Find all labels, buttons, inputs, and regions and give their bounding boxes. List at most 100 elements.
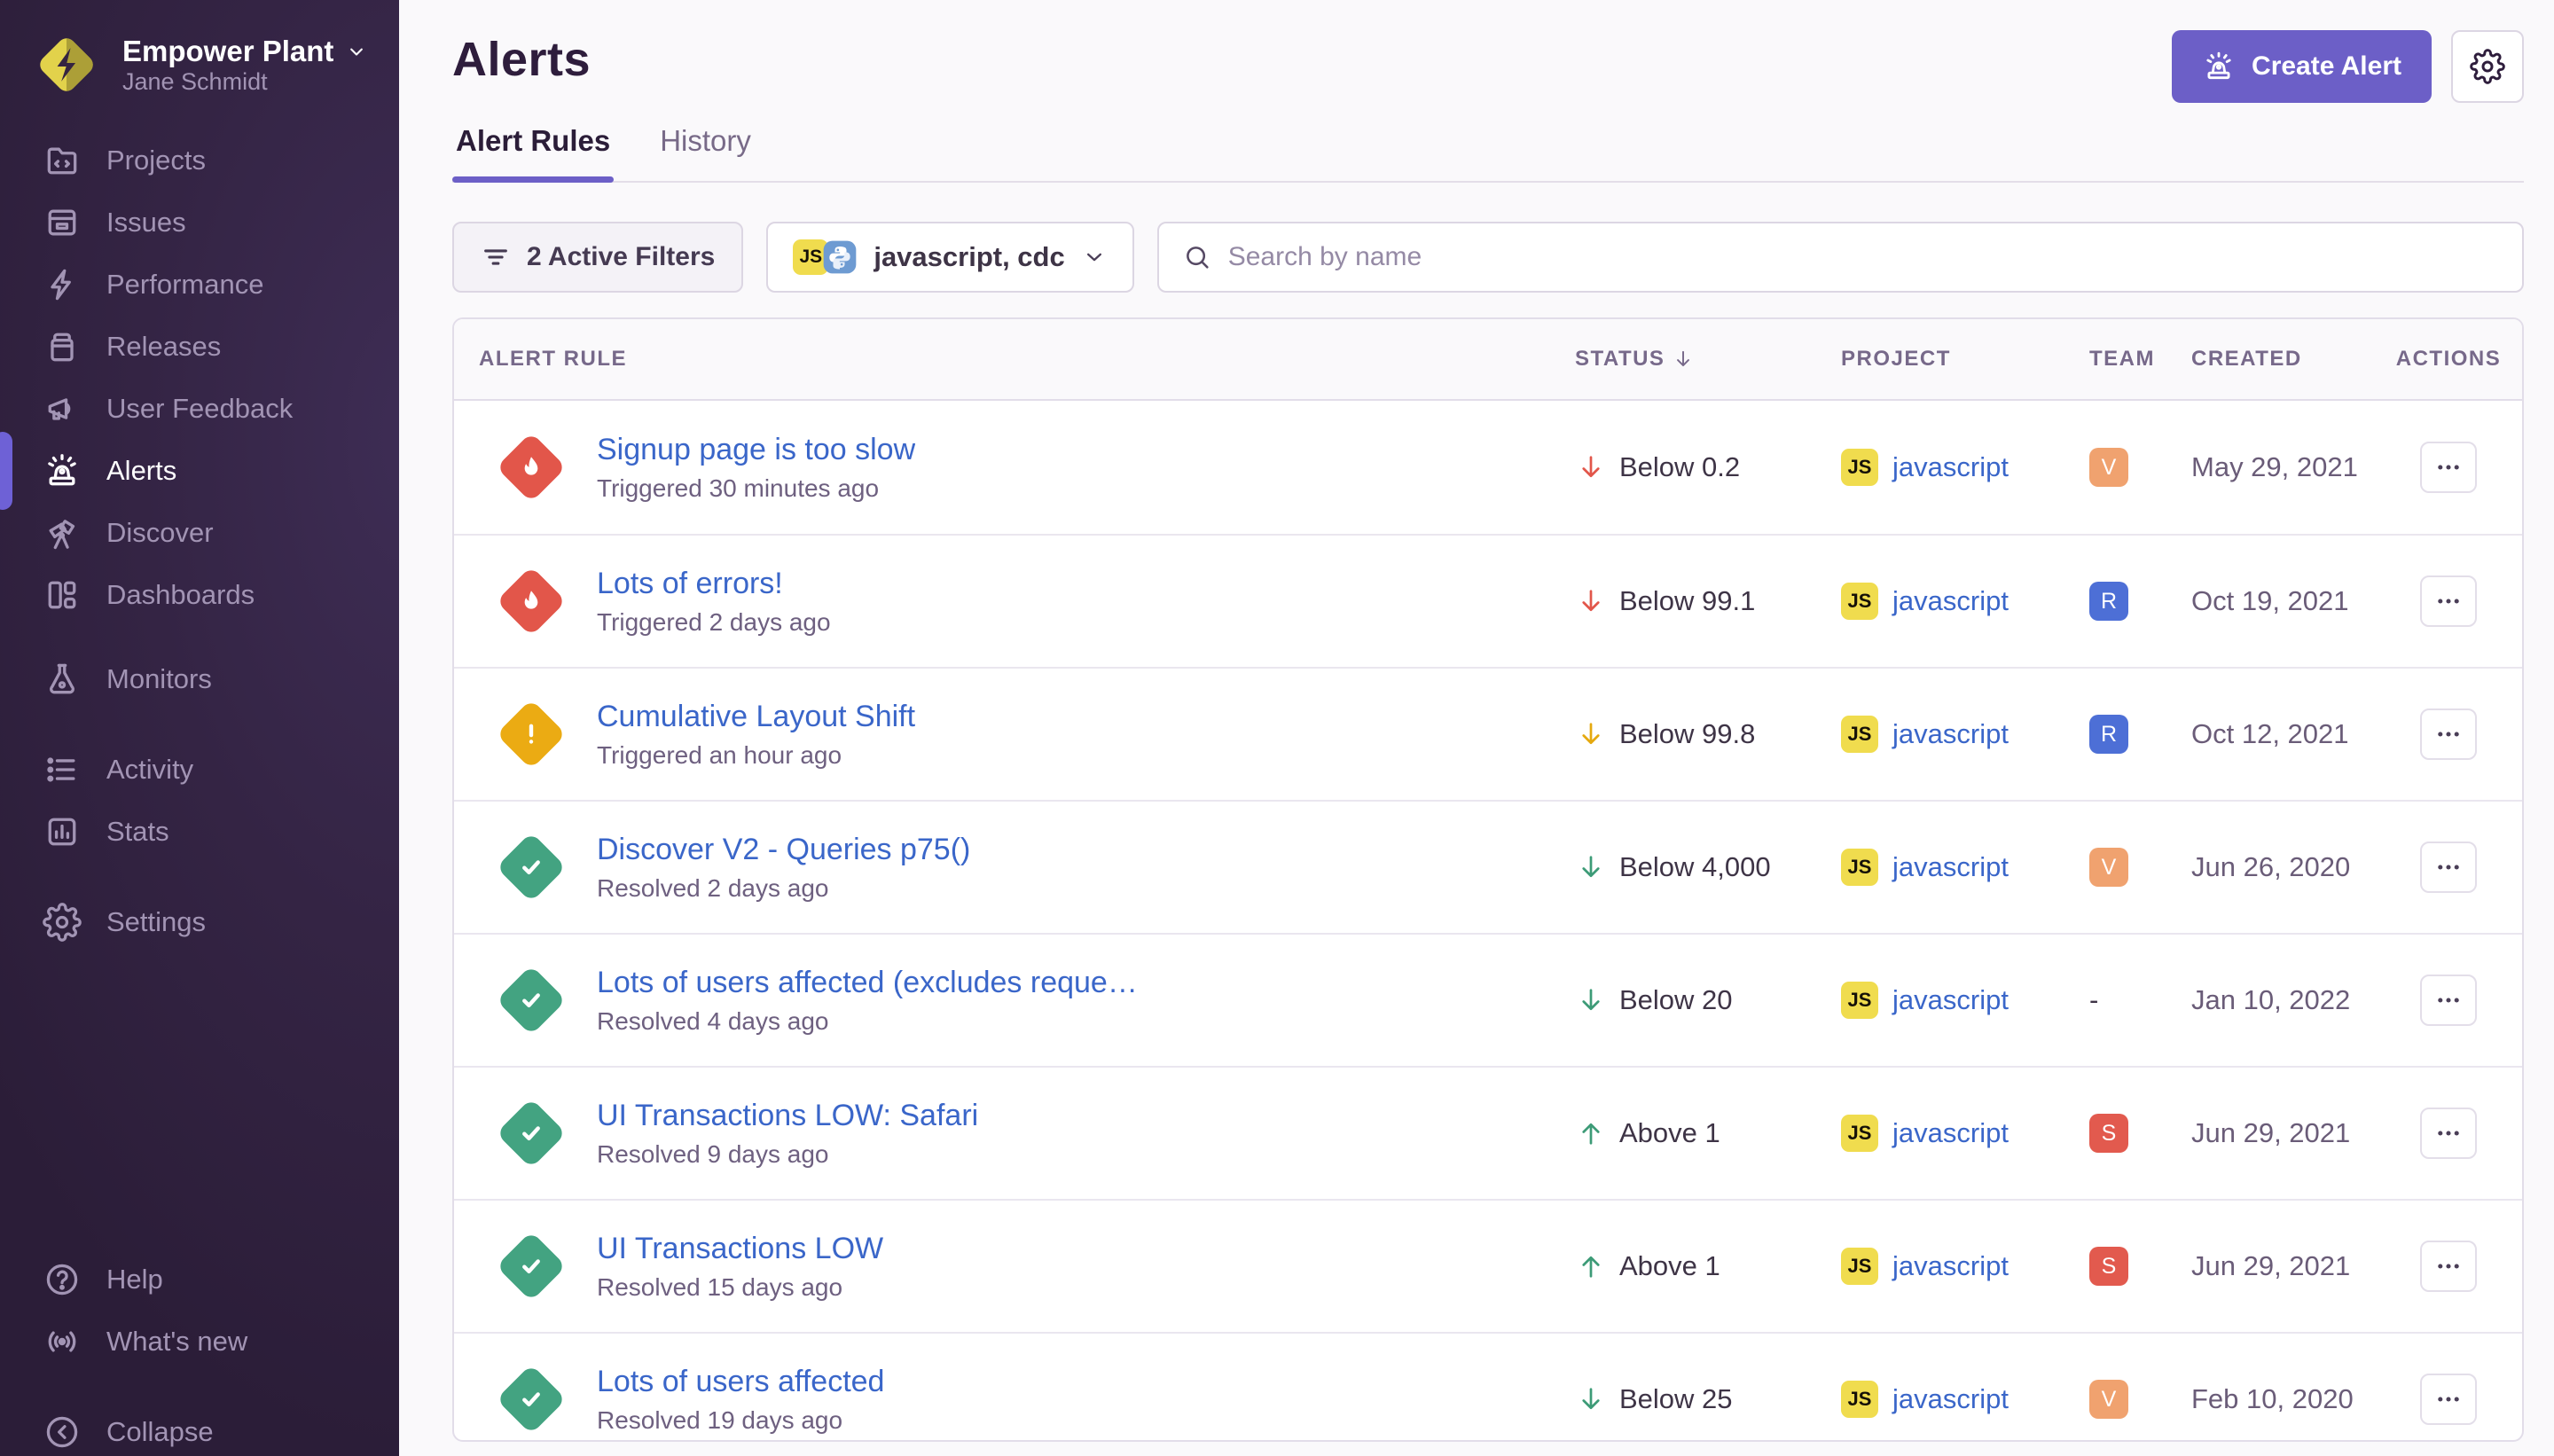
- row-actions-button[interactable]: [2420, 1108, 2477, 1159]
- chevron-down-icon: [344, 39, 369, 64]
- activity-icon: [43, 750, 82, 789]
- project-link[interactable]: javascript: [1892, 984, 2009, 1016]
- tab-history[interactable]: History: [656, 124, 755, 181]
- alert-rule-link[interactable]: UI Transactions LOW: Safari: [597, 1099, 978, 1133]
- sidebar-item-settings[interactable]: Settings: [0, 891, 399, 953]
- project-selector[interactable]: JS javascript, cdc: [766, 222, 1133, 293]
- sidebar-item-issues[interactable]: Issues: [0, 192, 399, 254]
- sidebar-item-help[interactable]: Help: [0, 1249, 399, 1311]
- column-header-project[interactable]: PROJECT: [1841, 347, 2089, 372]
- sidebar: Empower Plant Jane Schmidt Projects Issue…: [0, 0, 399, 1456]
- alerts-settings-button[interactable]: [2451, 30, 2524, 103]
- alert-rule-link[interactable]: UI Transactions LOW: [597, 1232, 883, 1266]
- sidebar-item-label: Alerts: [106, 455, 176, 487]
- sidebar-item-stats[interactable]: Stats: [0, 801, 399, 863]
- stats-icon: [43, 812, 82, 851]
- row-actions-button[interactable]: [2420, 1374, 2477, 1425]
- sidebar-item-collapse[interactable]: Collapse: [0, 1401, 399, 1456]
- python-platform-icon: [822, 239, 858, 275]
- sidebar-item-discover[interactable]: Discover: [0, 502, 399, 564]
- row-actions-button[interactable]: [2420, 575, 2477, 627]
- sidebar-item-releases[interactable]: Releases: [0, 316, 399, 378]
- project-link[interactable]: javascript: [1892, 585, 2009, 617]
- sidebar-item-label: Dashboards: [106, 579, 255, 611]
- alert-rule-link[interactable]: Lots of users affected: [597, 1365, 884, 1399]
- active-filters-label: 2 Active Filters: [527, 242, 715, 272]
- search-input[interactable]: [1228, 242, 2499, 272]
- row-actions-button[interactable]: [2420, 842, 2477, 893]
- row-actions-button[interactable]: [2420, 1241, 2477, 1292]
- sidebar-item-alerts[interactable]: Alerts: [0, 440, 399, 502]
- column-header-created[interactable]: CREATED: [2191, 347, 2400, 372]
- collapse-icon: [43, 1413, 82, 1452]
- project-selector-label: javascript, cdc: [874, 241, 1064, 273]
- sidebar-item-what-s-new[interactable]: What's new: [0, 1311, 399, 1373]
- alert-status-diamond-icon: [496, 699, 566, 769]
- sidebar-item-user-feedback[interactable]: User Feedback: [0, 378, 399, 440]
- alert-rule-subtitle: Resolved 19 days ago: [597, 1406, 884, 1435]
- created-date: Oct 19, 2021: [2191, 585, 2400, 617]
- alert-status-diamond-icon: [496, 1364, 566, 1434]
- javascript-platform-icon: JS: [1841, 1381, 1878, 1418]
- search-container: [1157, 222, 2524, 293]
- table-row: Lots of errors! Triggered 2 days ago Bel…: [454, 534, 2522, 667]
- table-row: Discover V2 - Queries p75() Resolved 2 d…: [454, 800, 2522, 933]
- active-filters-button[interactable]: 2 Active Filters: [452, 222, 743, 293]
- filter-bar: 2 Active Filters JS javascript, cdc: [452, 222, 2524, 293]
- alert-rule-subtitle: Resolved 9 days ago: [597, 1140, 978, 1169]
- sidebar-item-projects[interactable]: Projects: [0, 129, 399, 192]
- alert-rule-link[interactable]: Signup page is too slow: [597, 433, 915, 467]
- column-header-actions: ACTIONS: [2400, 347, 2497, 372]
- table-row: Cumulative Layout Shift Triggered an hou…: [454, 667, 2522, 800]
- alert-status-diamond-icon: [496, 1231, 566, 1301]
- alert-rule-link[interactable]: Discover V2 - Queries p75(): [597, 833, 970, 867]
- ellipsis-icon: [2433, 586, 2464, 616]
- column-header-team[interactable]: TEAM: [2089, 347, 2191, 372]
- ellipsis-icon: [2433, 1118, 2464, 1148]
- sidebar-item-monitors[interactable]: Monitors: [0, 648, 399, 710]
- sidebar-item-label: Activity: [106, 754, 193, 786]
- project-link[interactable]: javascript: [1892, 1250, 2009, 1282]
- tab-bar: Alert Rules History: [452, 124, 2524, 183]
- create-alert-button[interactable]: Create Alert: [2172, 30, 2432, 103]
- sidebar-item-performance[interactable]: Performance: [0, 254, 399, 316]
- search-icon: [1182, 242, 1212, 272]
- sidebar-nav: Projects Issues PerformanceReleasesUser Fe…: [0, 129, 399, 953]
- row-actions-button[interactable]: [2420, 975, 2477, 1026]
- dashboards-icon: [43, 575, 82, 614]
- arrow-down-icon: [1575, 718, 1607, 750]
- sidebar-item-label: Discover: [106, 517, 214, 549]
- sidebar-item-label: Issues: [106, 207, 186, 239]
- flask-icon: [43, 660, 82, 699]
- status-text: Below 0.2: [1619, 451, 1740, 483]
- team-avatar: V: [2089, 448, 2128, 487]
- arrow-down-icon: [1575, 1383, 1607, 1415]
- siren-icon: [2202, 50, 2236, 83]
- sidebar-item-label: Monitors: [106, 663, 212, 695]
- row-actions-button[interactable]: [2420, 442, 2477, 493]
- alert-rule-link[interactable]: Lots of errors!: [597, 567, 831, 601]
- ellipsis-icon: [2433, 1251, 2464, 1281]
- project-link[interactable]: javascript: [1892, 1383, 2009, 1415]
- sidebar-item-activity[interactable]: Activity: [0, 739, 399, 801]
- project-link[interactable]: javascript: [1892, 451, 2009, 483]
- column-header-status[interactable]: STATUS: [1575, 347, 1841, 372]
- project-link[interactable]: javascript: [1892, 851, 2009, 883]
- javascript-platform-icon: JS: [1841, 982, 1878, 1019]
- status-text: Below 25: [1619, 1383, 1733, 1415]
- chevron-down-icon: [1081, 244, 1108, 270]
- sidebar-item-dashboards[interactable]: Dashboards: [0, 564, 399, 626]
- status-text: Below 20: [1619, 984, 1733, 1016]
- org-switcher[interactable]: Empower Plant Jane Schmidt: [0, 0, 399, 99]
- status-text: Below 99.8: [1619, 718, 1755, 750]
- column-header-alert-rule[interactable]: ALERT RULE: [479, 347, 1575, 372]
- alert-rule-link[interactable]: Cumulative Layout Shift: [597, 700, 915, 734]
- header-actions: Create Alert: [2172, 30, 2524, 103]
- row-actions-button[interactable]: [2420, 708, 2477, 760]
- table-row: Signup page is too slow Triggered 30 min…: [454, 401, 2522, 534]
- status-text: Below 99.1: [1619, 585, 1755, 617]
- project-link[interactable]: javascript: [1892, 1117, 2009, 1149]
- alert-rule-link[interactable]: Lots of users affected (excludes reque…: [597, 966, 1138, 1000]
- project-link[interactable]: javascript: [1892, 718, 2009, 750]
- tab-alert-rules[interactable]: Alert Rules: [452, 124, 614, 181]
